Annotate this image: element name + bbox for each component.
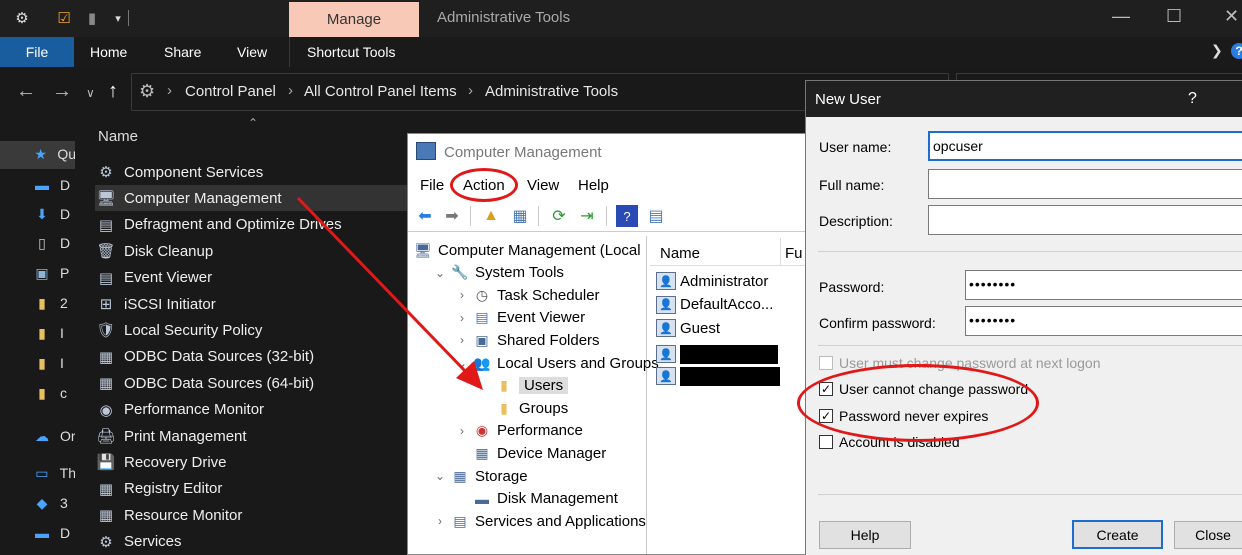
annotation-arrow: [296, 196, 483, 390]
arrow-line: [296, 196, 468, 374]
